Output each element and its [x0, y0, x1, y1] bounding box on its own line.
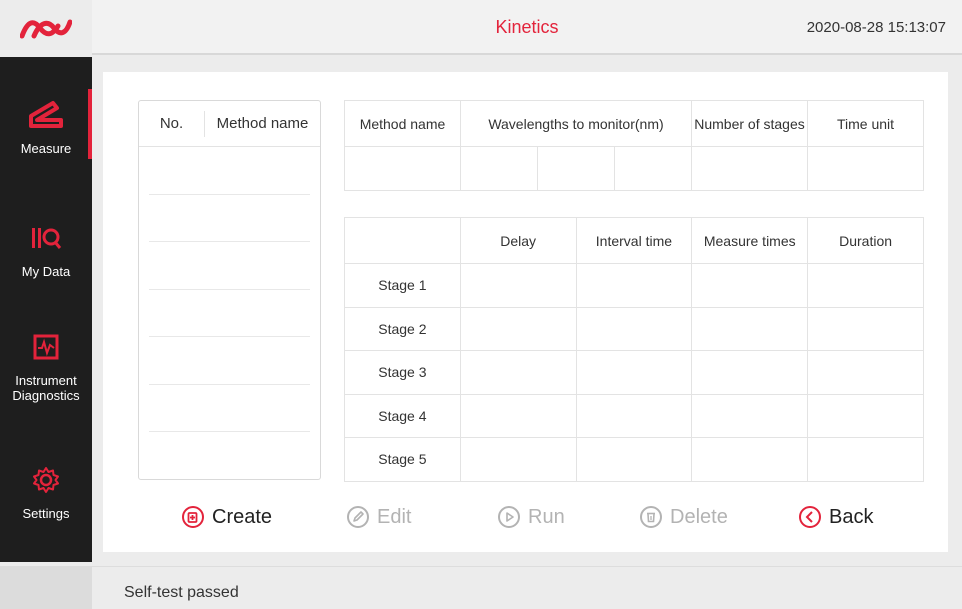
- column-header-method-name: Method name: [344, 100, 461, 147]
- measure-times-cell: [691, 263, 809, 308]
- edit-label: Edit: [377, 505, 412, 528]
- duration-cell: [807, 393, 924, 438]
- column-header-delay: Delay: [459, 217, 577, 264]
- method-list-header: No. Method name: [139, 101, 320, 147]
- brand-logo-icon: [20, 19, 72, 38]
- duration-cell: [807, 437, 924, 482]
- sidebar: Measure My Data Instrument Diagnostics S…: [0, 57, 92, 562]
- column-header-wavelengths: Wavelengths to monitor(nm): [460, 100, 692, 147]
- list-item[interactable]: [149, 432, 310, 480]
- time-unit-cell: [807, 146, 924, 191]
- delay-cell: [459, 350, 577, 395]
- status-text: Self-test passed: [124, 584, 239, 601]
- stage-name: Stage 3: [344, 350, 461, 395]
- list-item[interactable]: [149, 147, 310, 195]
- logo: [0, 0, 92, 55]
- gear-icon: [26, 460, 66, 500]
- wavelength-cell-2: [537, 146, 615, 191]
- method-list: No. Method name: [138, 100, 321, 480]
- sidebar-item-diagnostics[interactable]: Instrument Diagnostics: [0, 319, 92, 411]
- datetime: 2020-08-28 15:13:07: [806, 19, 946, 36]
- interval-cell: [575, 437, 693, 482]
- interval-cell: [575, 306, 693, 351]
- trash-icon: [638, 504, 664, 530]
- delete-label: Delete: [670, 505, 728, 528]
- interval-cell: [575, 263, 693, 308]
- interval-cell: [575, 350, 693, 395]
- duration-cell: [807, 306, 924, 351]
- status-bar-corner: [0, 566, 92, 609]
- delay-cell: [459, 306, 577, 351]
- measure-times-cell: [691, 350, 809, 395]
- wavelength-cell-1: [460, 146, 538, 191]
- column-header-stage: [344, 217, 461, 264]
- duration-cell: [807, 263, 924, 308]
- measure-times-cell: [691, 437, 809, 482]
- table-row: Stage 4: [344, 393, 924, 438]
- diagnostics-icon: [26, 327, 66, 367]
- back-icon: [797, 504, 823, 530]
- column-header-number-of-stages: Number of stages: [691, 100, 808, 147]
- list-item[interactable]: [149, 290, 310, 337]
- delay-cell: [459, 437, 577, 482]
- stages-table: Delay Interval time Measure times Durati…: [344, 217, 924, 482]
- method-info-table: Method name Wavelengths to monitor(nm) N…: [344, 100, 924, 191]
- stage-name: Stage 4: [344, 393, 461, 438]
- create-button[interactable]: Create: [180, 497, 272, 537]
- action-bar: Create Edit Run Delete Back: [103, 497, 948, 537]
- stage-name: Stage 1: [344, 263, 461, 308]
- create-label: Create: [212, 505, 273, 528]
- create-icon: [180, 504, 206, 530]
- measure-icon: [26, 95, 66, 135]
- main-panel: No. Method name Method name Wavelengths …: [103, 72, 948, 552]
- list-item[interactable]: [149, 337, 310, 385]
- column-header-measure-times: Measure times: [691, 217, 809, 264]
- column-header-interval-time: Interval time: [575, 217, 693, 264]
- delay-cell: [459, 393, 577, 438]
- play-icon: [496, 504, 522, 530]
- run-label: Run: [528, 505, 565, 528]
- sidebar-item-measure[interactable]: Measure: [0, 79, 92, 171]
- list-item[interactable]: [149, 385, 310, 432]
- my-data-icon: [26, 218, 66, 258]
- sidebar-item-label: Settings: [22, 505, 70, 521]
- stage-name: Stage 5: [344, 437, 461, 482]
- column-header-no: No.: [139, 110, 205, 137]
- table-row: Stage 1: [344, 263, 924, 308]
- sidebar-item-my-data[interactable]: My Data: [0, 202, 92, 294]
- measure-times-cell: [691, 393, 809, 438]
- table-row: Stage 2: [344, 306, 924, 351]
- sidebar-item-label: My Data: [21, 263, 71, 279]
- column-header-duration: Duration: [807, 217, 924, 264]
- sidebar-item-label: Instrument Diagnostics: [12, 373, 80, 403]
- method-name-cell: [344, 146, 461, 191]
- back-button[interactable]: Back: [797, 497, 873, 537]
- delete-button[interactable]: Delete: [638, 497, 728, 537]
- number-of-stages-cell: [691, 146, 808, 191]
- measure-times-cell: [691, 306, 809, 351]
- column-header-method-name: Method name: [216, 115, 309, 132]
- delay-cell: [459, 263, 577, 308]
- stage-name: Stage 2: [344, 306, 461, 351]
- edit-button[interactable]: Edit: [345, 497, 411, 537]
- table-row: Stage 5: [344, 437, 924, 482]
- status-bar: Self-test passed: [92, 566, 962, 609]
- sidebar-item-settings[interactable]: Settings: [0, 444, 92, 536]
- column-header-time-unit: Time unit: [807, 100, 924, 147]
- edit-icon: [345, 504, 371, 530]
- list-item[interactable]: [149, 242, 310, 290]
- top-bar: Kinetics 2020-08-28 15:13:07: [0, 0, 962, 55]
- sidebar-item-label: Measure: [20, 140, 72, 156]
- list-item[interactable]: [149, 195, 310, 242]
- run-button[interactable]: Run: [496, 497, 565, 537]
- table-row: Stage 3: [344, 350, 924, 395]
- wavelength-cell-3: [614, 146, 692, 191]
- back-label: Back: [829, 505, 874, 528]
- interval-cell: [575, 393, 693, 438]
- duration-cell: [807, 350, 924, 395]
